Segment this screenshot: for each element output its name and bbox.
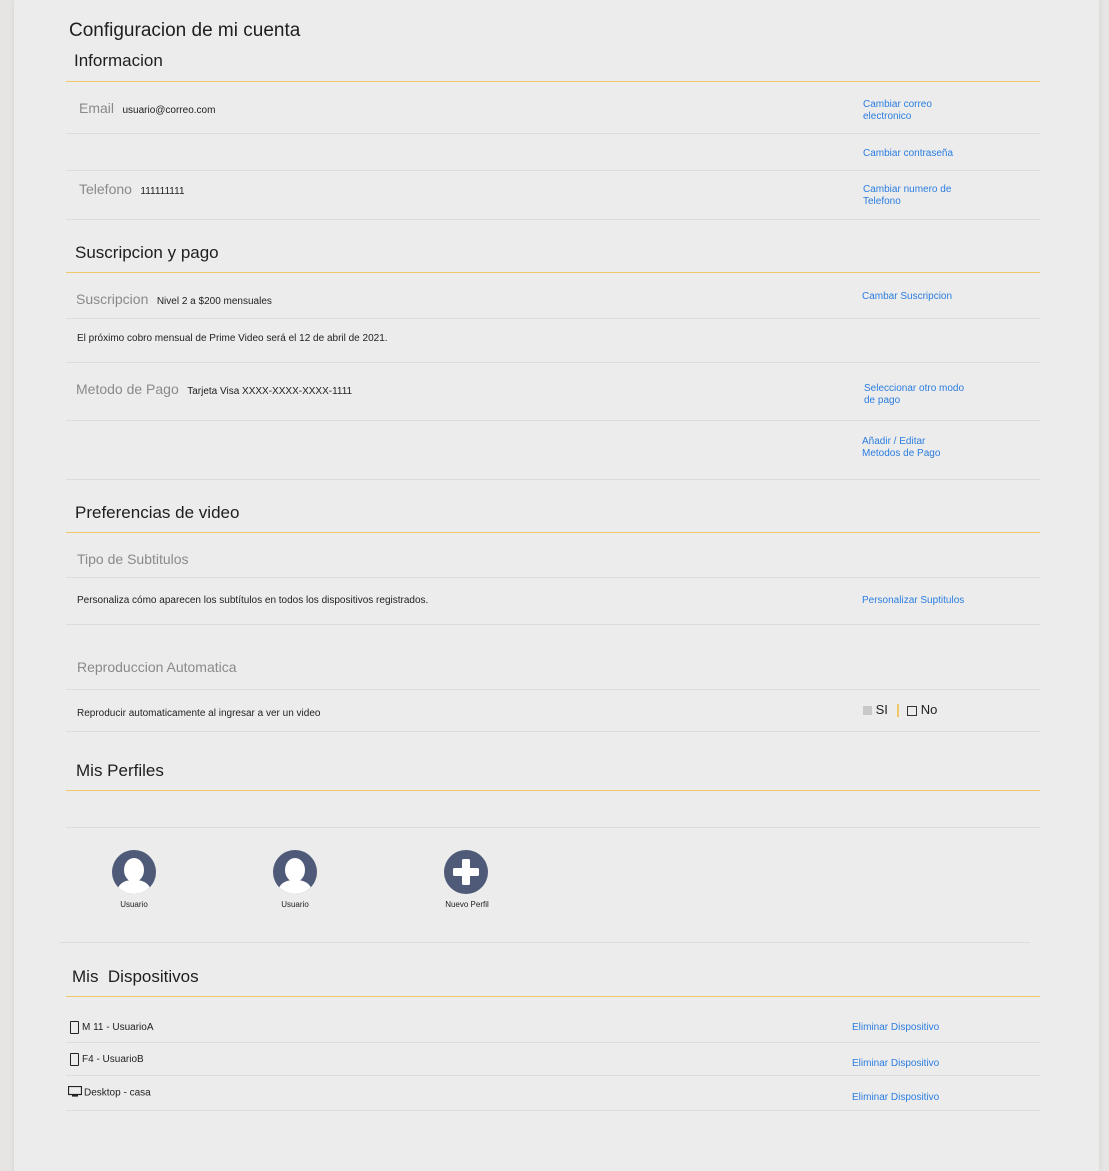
autoplay-label: Reproduccion Automatica: [77, 659, 237, 675]
change-phone-link-line1: Cambiar numero de: [863, 184, 952, 195]
change-email-link-line2: electronico: [863, 111, 912, 122]
row-separator: [66, 420, 1040, 421]
subscription-value: Nivel 2 a $200 mensuales: [156, 296, 272, 307]
section-title-dispositivos: Mis Dispositivos: [72, 967, 199, 986]
phone-row: Telefono 111111111: [79, 181, 185, 199]
autoplay-toggle: SI No: [863, 702, 938, 718]
row-separator: [66, 479, 1040, 480]
select-payment-link[interactable]: Seleccionar otro modo de pago: [864, 383, 964, 407]
row-separator: [66, 318, 1040, 319]
customize-subtitles-link[interactable]: Personalizar Suptitulos: [862, 595, 964, 607]
subtitles-label: Tipo de Subtitulos: [77, 551, 189, 567]
device-row: Desktop - casa: [67, 1085, 151, 1100]
autoplay-desc: Reproducir automaticamente al ingresar a…: [77, 708, 321, 719]
edit-payment-link-line1: Añadir / Editar: [862, 436, 926, 447]
page-title: Configuracion de mi cuenta: [69, 20, 301, 41]
phone-label: Telefono: [79, 181, 132, 197]
row-separator: [66, 689, 1040, 690]
row-separator: [66, 362, 1040, 363]
profile-card[interactable]: Usuario: [255, 848, 335, 918]
row-separator: [66, 731, 1040, 732]
edit-payment-methods-link[interactable]: Añadir / Editar Metodos de Pago: [862, 436, 940, 460]
subscription-row: Suscripcion Nivel 2 a $200 mensuales: [76, 291, 272, 309]
remove-device-link[interactable]: Eliminar Dispositivo: [852, 1022, 939, 1034]
row-separator: [66, 1075, 1040, 1076]
select-payment-link-line1: Seleccionar otro modo: [864, 383, 965, 394]
row-separator: [66, 170, 1040, 171]
change-subscription-link[interactable]: Cambar Suscripcion: [862, 291, 952, 303]
device-row: F4 - UsuarioB: [70, 1053, 144, 1066]
row-separator: [66, 1042, 1040, 1043]
row-separator: [66, 624, 1040, 625]
autoplay-no-checkbox[interactable]: [907, 705, 918, 716]
plus-icon: [444, 850, 488, 894]
change-phone-link[interactable]: Cambiar numero de Telefono: [863, 184, 951, 208]
device-name: M 11 - UsuarioA: [82, 1022, 154, 1034]
user-avatar-icon: [273, 850, 317, 894]
remove-device-link[interactable]: Eliminar Dispositivo: [852, 1058, 939, 1070]
profile-card[interactable]: Usuario: [94, 848, 174, 918]
edit-payment-link-line2: Metodos de Pago: [862, 448, 941, 459]
payment-row: Metodo de Pago Tarjeta Visa XXXX-XXXX-XX…: [76, 381, 352, 399]
row-separator: [66, 219, 1040, 220]
payment-label: Metodo de Pago: [76, 381, 179, 397]
section-divider: [66, 790, 1040, 791]
row-separator: [60, 942, 1030, 943]
select-payment-link-line2: de pago: [864, 395, 901, 406]
subscription-label: Suscripcion: [76, 291, 149, 307]
next-charge-text: El próximo cobro mensual de Prime Video …: [77, 333, 388, 344]
payment-value: Tarjeta Visa XXXX-XXXX-XXXX-1111: [187, 386, 353, 397]
new-profile-label: Nuevo Perfil: [445, 900, 489, 909]
section-divider: [66, 532, 1040, 533]
device-name: F4 - UsuarioB: [82, 1054, 144, 1066]
section-title-suscripcion: Suscripcion y pago: [75, 243, 219, 262]
section-title-perfiles: Mis Perfiles: [76, 761, 164, 780]
option-divider: [896, 704, 899, 718]
autoplay-no-label[interactable]: No: [921, 702, 938, 717]
subtitles-desc: Personaliza cómo aparecen los subtítulos…: [77, 595, 429, 606]
device-row: M 11 - UsuarioA: [70, 1021, 154, 1034]
profile-name: Usuario: [120, 900, 148, 909]
row-separator: [66, 1110, 1040, 1111]
section-divider: [66, 81, 1040, 82]
account-settings-page: Configuracion de mi cuenta Informacion E…: [14, 0, 1099, 1171]
autoplay-yes-checkbox[interactable]: [863, 706, 872, 716]
email-row: Email usuario@correo.com: [79, 100, 215, 118]
section-divider: [66, 996, 1040, 997]
row-separator: [66, 133, 1040, 134]
phone-icon: [70, 1053, 79, 1066]
section-title-informacion: Informacion: [74, 51, 163, 70]
email-label: Email: [79, 100, 115, 116]
new-profile-button[interactable]: Nuevo Perfil: [427, 848, 507, 918]
section-divider: [66, 272, 1040, 273]
autoplay-yes-label[interactable]: SI: [876, 702, 888, 717]
desktop-icon: [67, 1085, 83, 1100]
user-avatar-icon: [112, 850, 156, 894]
row-separator: [66, 827, 1040, 828]
phone-icon: [70, 1021, 79, 1034]
change-password-link[interactable]: Cambiar contraseña: [863, 148, 953, 160]
change-email-link[interactable]: Cambiar correo electronico: [863, 99, 932, 123]
change-email-link-line1: Cambiar correo: [863, 99, 932, 110]
email-value: usuario@correo.com: [122, 105, 216, 116]
remove-device-link[interactable]: Eliminar Dispositivo: [852, 1092, 939, 1104]
row-separator: [66, 577, 1040, 578]
section-title-video: Preferencias de video: [75, 503, 240, 522]
phone-value: 111111111: [140, 186, 185, 197]
change-phone-link-line2: Telefono: [863, 196, 901, 207]
device-name: Desktop - casa: [84, 1087, 151, 1099]
profile-name: Usuario: [281, 900, 309, 909]
